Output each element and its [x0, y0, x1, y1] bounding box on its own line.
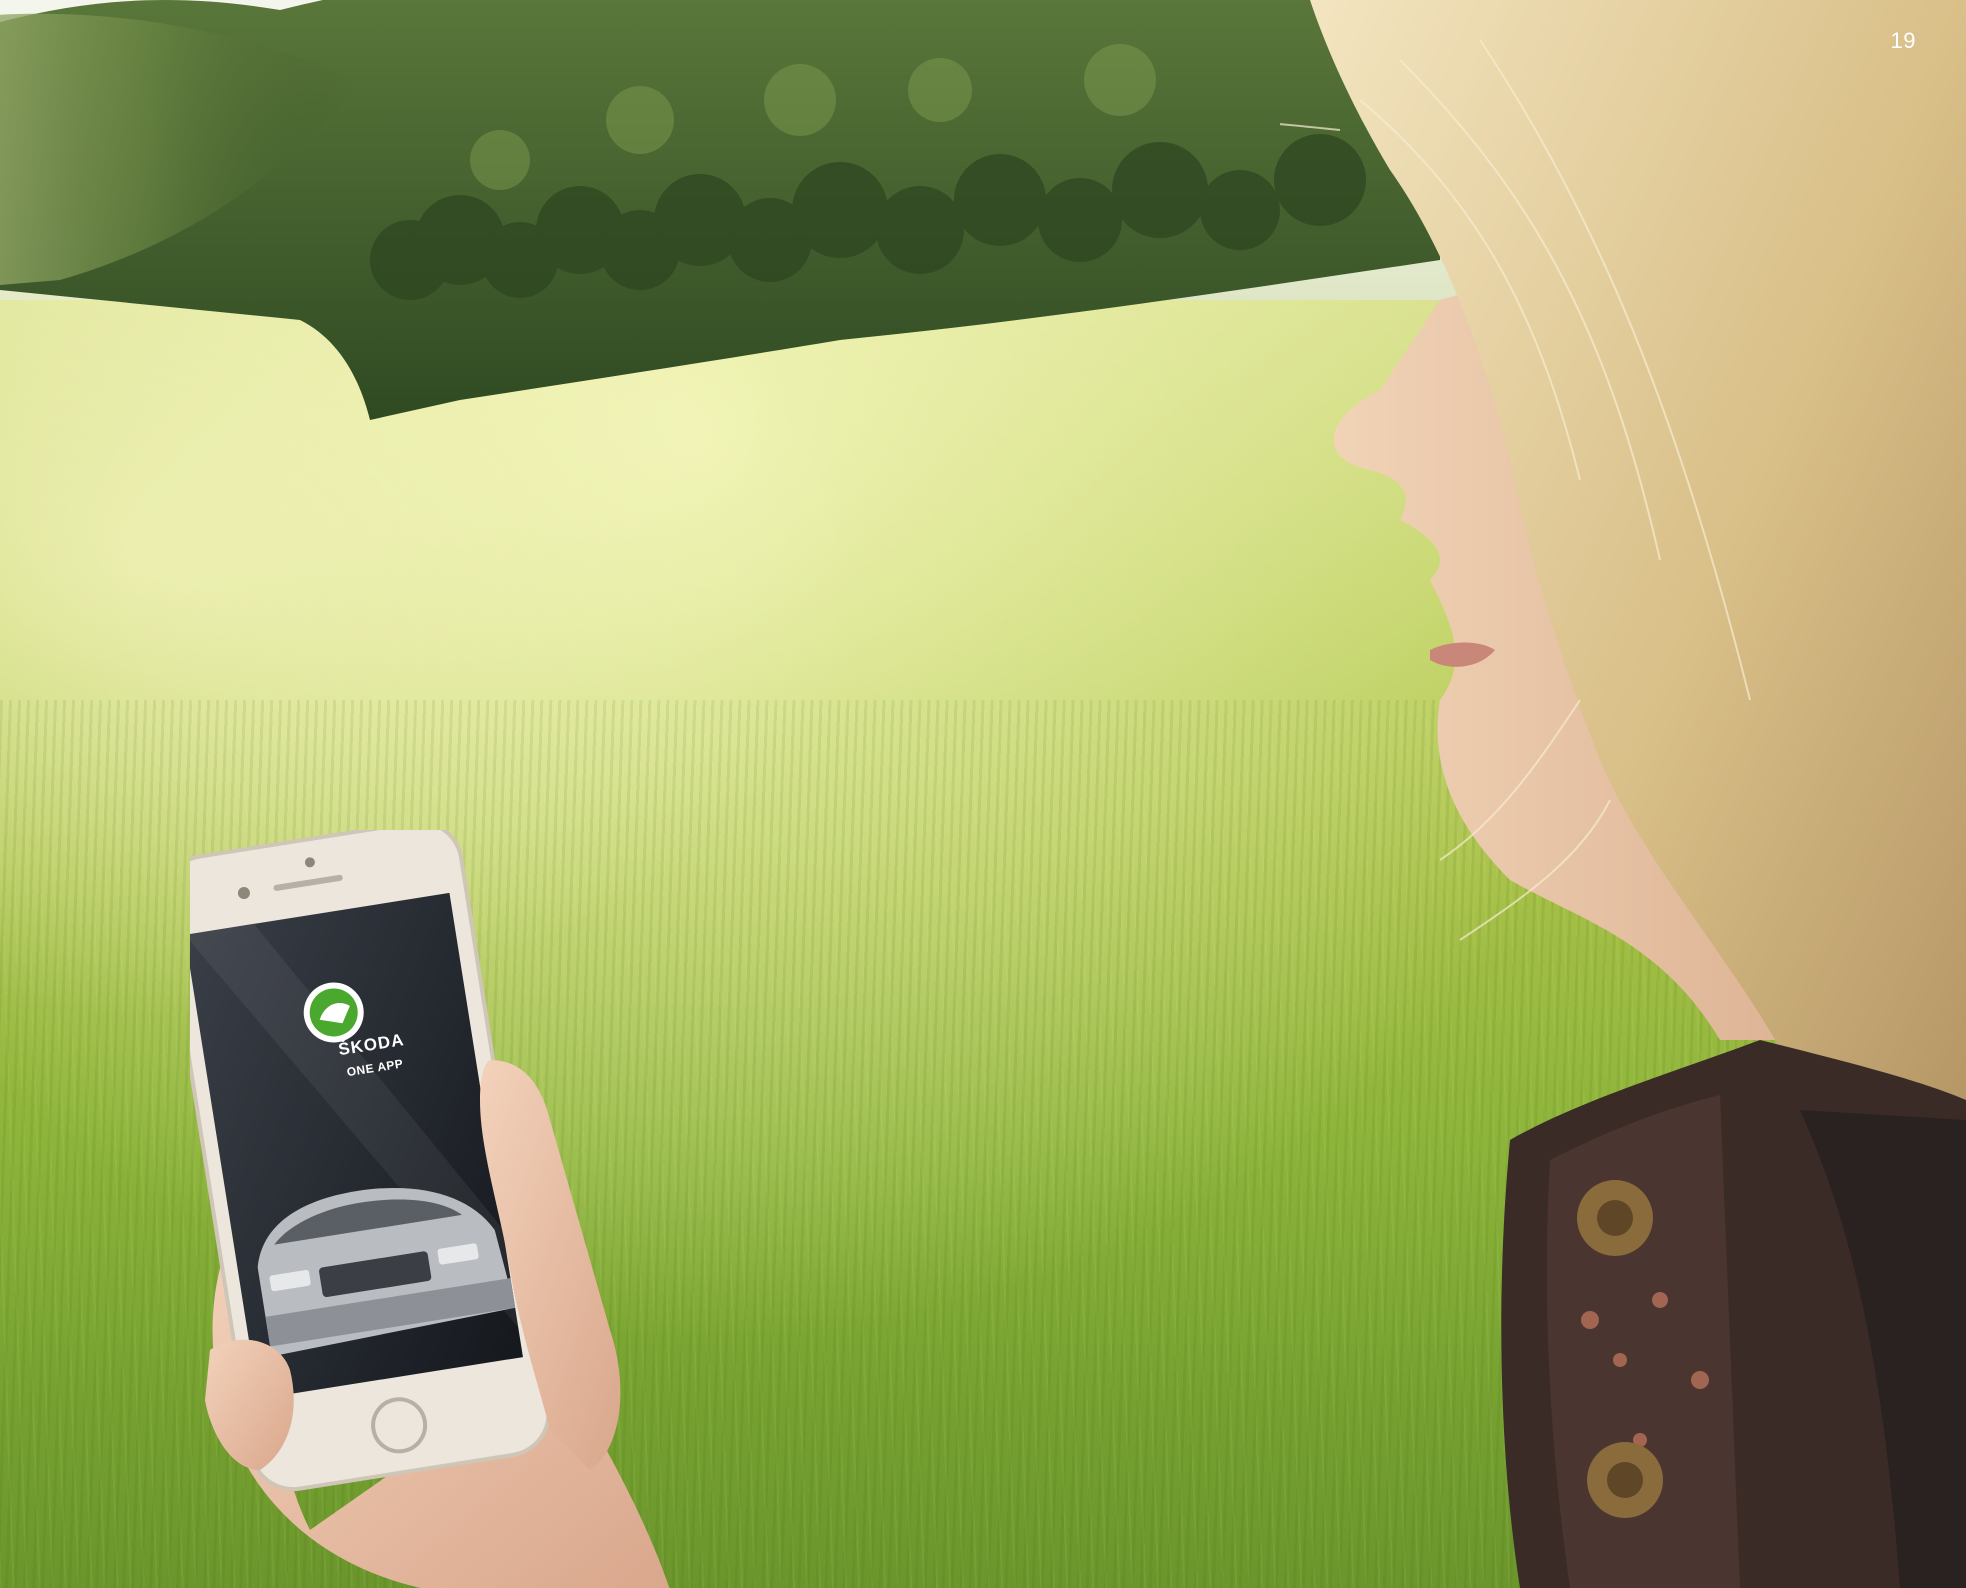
woman-profile — [1280, 0, 1966, 1588]
photo-scene: ŠKODA ONE APP 19 — [0, 0, 1966, 1588]
page-number: 19 — [1890, 28, 1916, 53]
forest-hillside — [0, 0, 1440, 420]
hand-holding-phone — [190, 830, 670, 1588]
